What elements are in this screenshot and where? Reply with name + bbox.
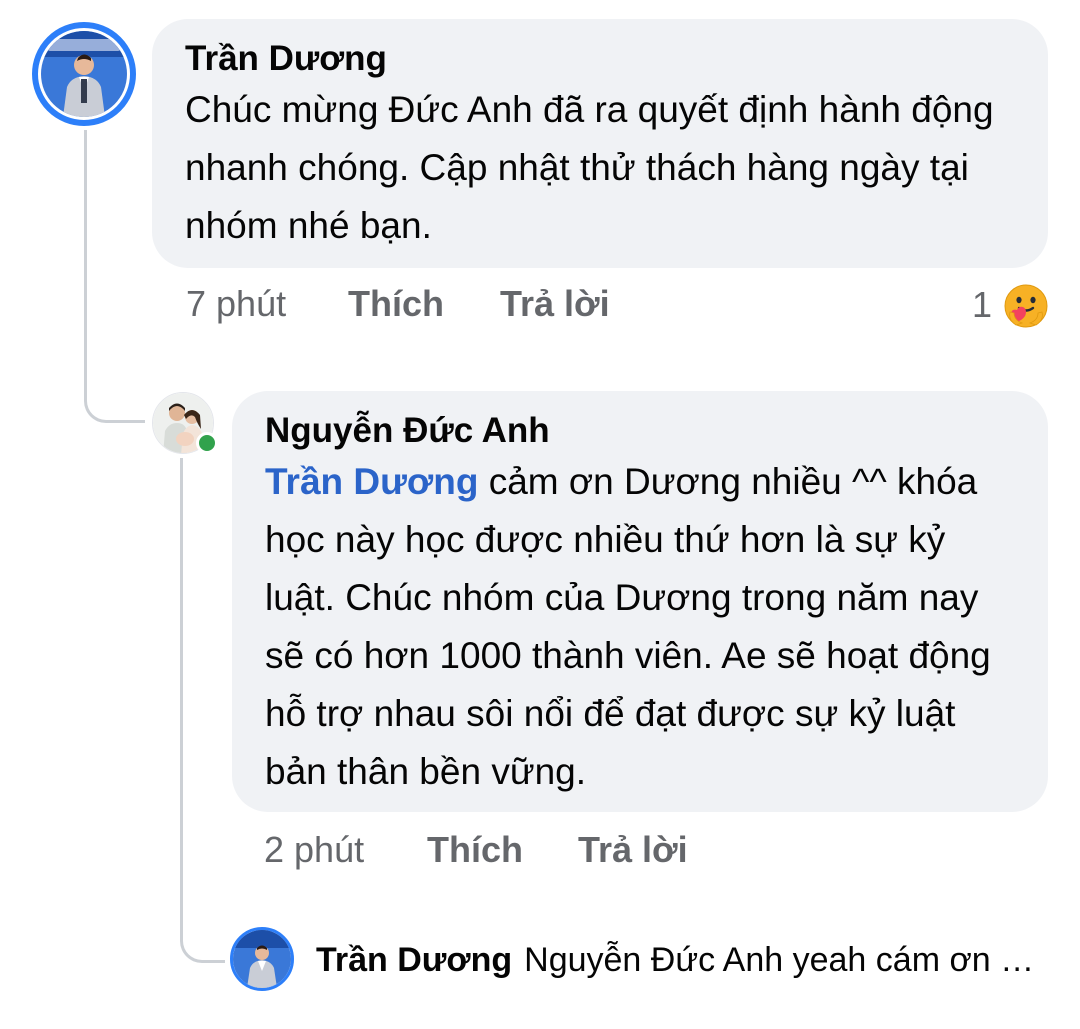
- comment-text: Chúc mừng Đức Anh đã ra quyết định hành …: [185, 89, 994, 246]
- nested-reply-preview[interactable]: Trần Dương Nguyễn Đức Anh yeah cám ơn Đ..…: [316, 936, 1046, 984]
- nested-reply-avatar[interactable]: [230, 927, 294, 991]
- comment-timestamp[interactable]: 7 phút: [186, 282, 286, 326]
- commenter-avatar[interactable]: [32, 22, 136, 126]
- comment-author-name[interactable]: Trần Dương: [185, 37, 1018, 81]
- reply-actions: 2 phút Thích Trả lời: [264, 828, 744, 872]
- reply-author-name[interactable]: Nguyễn Đức Anh: [265, 409, 1018, 453]
- nested-reply-author: Trần Dương: [316, 941, 513, 979]
- reply-text: cảm ơn Dương nhiều ^^ khóa học này học đ…: [265, 461, 991, 792]
- like-button[interactable]: Thích: [348, 282, 444, 326]
- reply-like-button[interactable]: Thích: [427, 828, 523, 872]
- comment-bubble: Trần Dương Chúc mừng Đức Anh đã ra quyết…: [152, 19, 1048, 268]
- care-reaction-icon: [1004, 284, 1048, 328]
- online-status-indicator: [196, 432, 218, 454]
- reply-reply-button[interactable]: Trả lời: [578, 828, 688, 872]
- reply-thread-connector-line: [180, 458, 225, 963]
- reaction-count: 1: [972, 284, 993, 325]
- reply-timestamp[interactable]: 2 phút: [264, 828, 364, 872]
- reply-bubble: Nguyễn Đức Anh Trần Dương cảm ơn Dương n…: [232, 391, 1048, 812]
- reply-button[interactable]: Trả lời: [500, 282, 610, 326]
- comment-actions: 7 phút Thích Trả lời: [186, 282, 666, 326]
- nested-reply-text: Nguyễn Đức Anh yeah cám ơn Đ...: [524, 941, 1046, 979]
- person-photo-icon: [41, 31, 127, 117]
- person-photo-icon: [233, 930, 291, 988]
- mention-link[interactable]: Trần Dương: [265, 461, 478, 502]
- reply-text-block: Trần Dương cảm ơn Dương nhiều ^^ khóa họ…: [265, 453, 1018, 801]
- thread-connector-line: [84, 130, 145, 423]
